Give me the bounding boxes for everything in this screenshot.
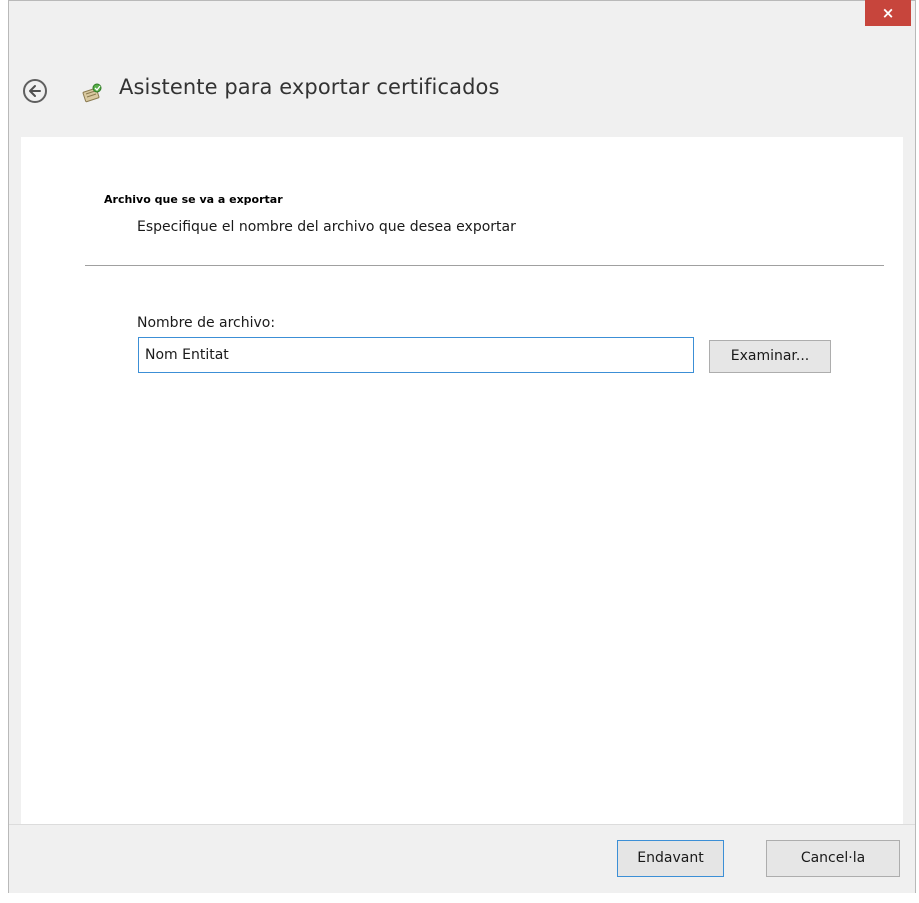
export-certificate-wizard-window: × Asistente para exportar certificados A… — [8, 0, 916, 893]
wizard-footer: Endavant Cancel·la — [9, 824, 915, 893]
title-bar: × — [9, 0, 915, 41]
close-button[interactable]: × — [865, 0, 911, 26]
section-title: Archivo que se va a exportar — [104, 193, 283, 206]
back-arrow-icon — [29, 85, 41, 97]
wizard-header: Asistente para exportar certificados — [9, 41, 915, 137]
file-name-input[interactable] — [138, 337, 694, 373]
next-button[interactable]: Endavant — [617, 840, 724, 877]
back-button[interactable] — [23, 79, 47, 103]
certificate-wizard-icon — [82, 81, 104, 103]
wizard-content: Archivo que se va a exportar Especifique… — [21, 137, 903, 824]
browse-button[interactable]: Examinar... — [709, 340, 831, 373]
cancel-button[interactable]: Cancel·la — [766, 840, 900, 877]
divider — [85, 265, 884, 266]
section-description: Especifique el nombre del archivo que de… — [137, 219, 516, 235]
file-name-label: Nombre de archivo: — [137, 315, 276, 331]
wizard-title: Asistente para exportar certificados — [119, 75, 500, 99]
